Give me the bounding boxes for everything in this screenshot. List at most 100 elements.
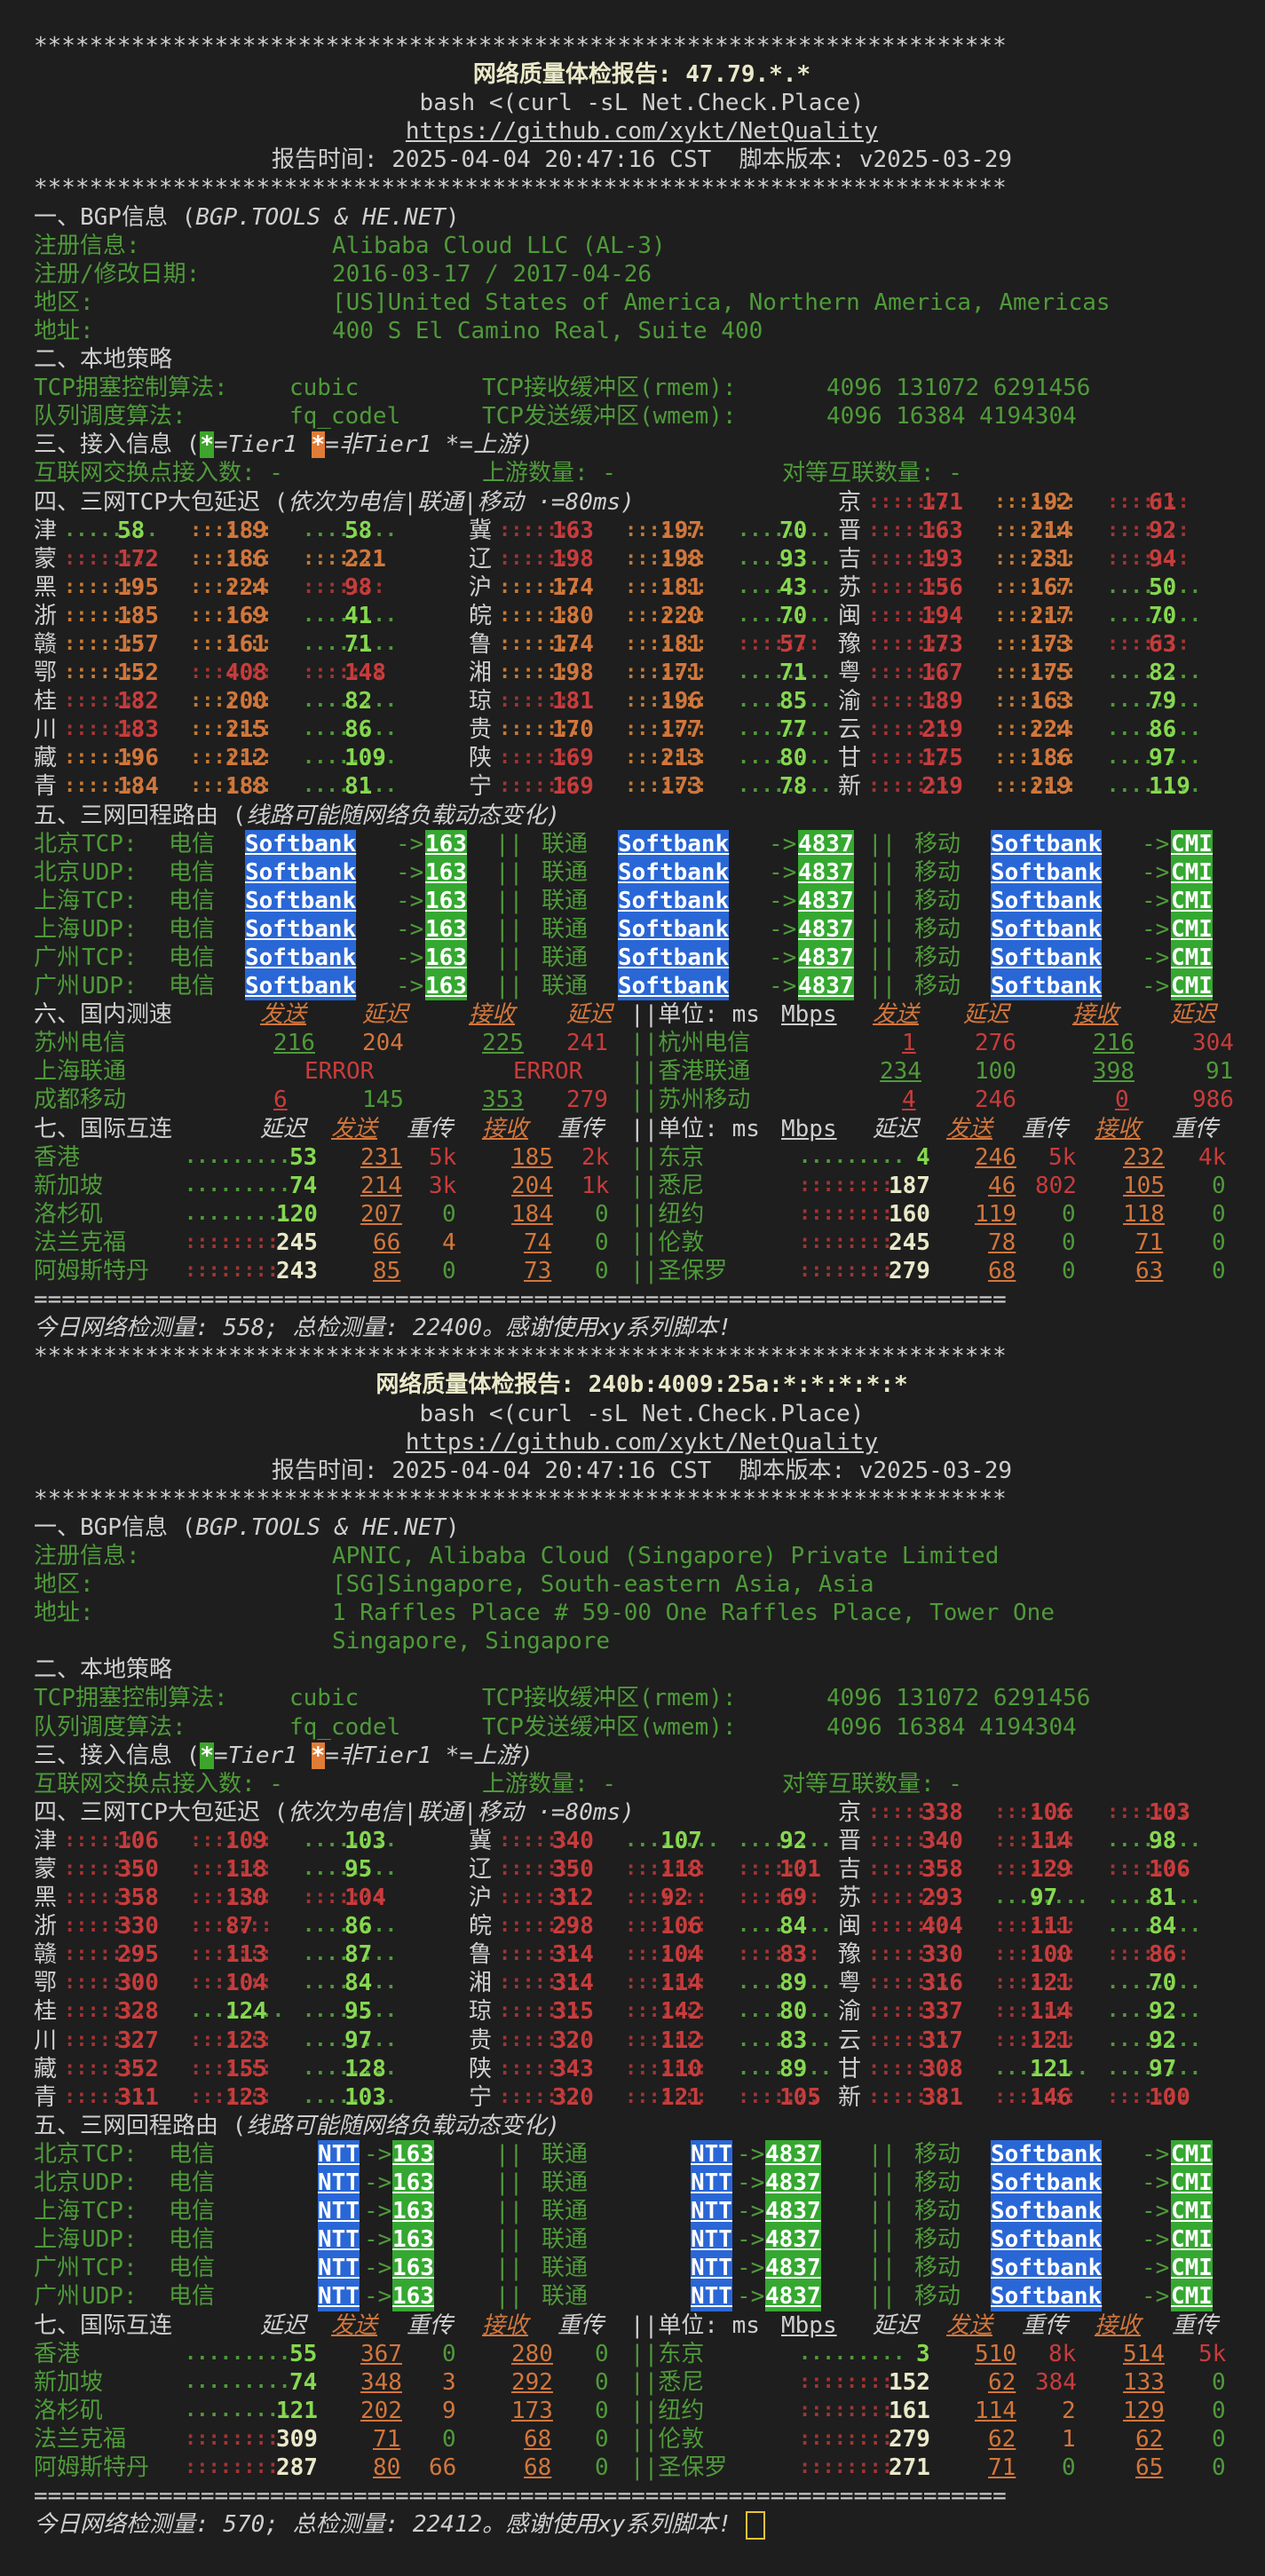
policy-label-1: TCP拥塞控制算法: (34, 375, 228, 402)
as-label: Softbank (991, 2197, 1103, 2226)
latency-row: 浙::::::: 330::::::: 87........ 86 皖::::::: 29… (34, 1912, 1250, 1940)
recv-speed: 173 (511, 2397, 553, 2424)
header-send: 发送 (260, 1001, 307, 1029)
send-speed: 207 (360, 1200, 402, 1228)
latency-value: 320 (552, 2027, 594, 2054)
bgp-value: [SG]Singapore, South-eastern Asia, Asia (332, 1571, 874, 1599)
latency-dots: ......... (799, 1145, 905, 1168)
retransmits: 3k (429, 1172, 457, 1199)
upstream-text: *=上游) (445, 431, 534, 459)
province-label: 浙 (34, 1913, 58, 1940)
footer-text: 今日网络检测量: 558; 总检测量: 22400。感谢使用xy系列脚本! (34, 1315, 732, 1342)
intl-row: 新加坡......... 74 214 3k 204 1k ||悉尼:::::::: 187 4… (34, 1172, 1250, 1200)
intl-latency: 279 (889, 2425, 930, 2453)
command-text: bash <(curl -sL Net.Check.Place) (419, 90, 865, 117)
route-arrow: -> (1142, 887, 1170, 914)
recv-speed: 62 (1135, 2425, 1164, 2453)
ix-count: 互联网交换点接入数: - (34, 460, 283, 487)
bgp-row: Singapore, Singapore (34, 1627, 1250, 1655)
latency-value: 98 (344, 573, 373, 601)
retransmits: 0 (1062, 2454, 1076, 2481)
header-recv: 接收 (1095, 1115, 1142, 1142)
send-speed: 71 (988, 2454, 1016, 2481)
latency-value: 123 (225, 2027, 267, 2054)
intl-node: 法兰克福 (34, 1229, 127, 1256)
route-sep: || (495, 2169, 524, 2197)
intl-row: 阿姆斯特丹:::::::: 243 85 0 73 0 ||圣保罗:::::::: 279 68… (34, 1257, 1250, 1285)
recv-speed: 71 (1135, 1229, 1164, 1256)
route-city: 上海 (34, 915, 81, 943)
as-label: Softbank (245, 857, 357, 887)
intl-row: 香港......... 55 367 0 280 0 ||东京......... 3 510 8k… (34, 2340, 1250, 2368)
latency-value: 103 (344, 1827, 386, 1854)
bgp-label: 地址: (34, 1600, 94, 1627)
latency-value: 404 (921, 1913, 963, 1940)
header-latency: 延迟 (963, 1001, 1010, 1029)
latency-value: 185 (117, 602, 159, 629)
latency-value: 97 (1149, 745, 1177, 772)
send-speed: 80 (373, 2454, 401, 2481)
send-speed: 202 (360, 2397, 402, 2424)
latency-note: 依次为电信|联通|移动 ·=80ms) (288, 1798, 635, 1826)
as-label: Softbank (245, 914, 357, 944)
latency-value: 193 (921, 545, 963, 573)
latency-value: 350 (117, 1856, 159, 1883)
star-rule: ****************************************… (34, 175, 1007, 202)
policy-value-2: 4096 16384 4194304 (826, 1713, 1077, 1741)
route-sep: || (868, 2140, 897, 2168)
latency-value: 358 (921, 1856, 963, 1883)
route-arrow: -> (1142, 973, 1170, 1000)
repo-link[interactable]: https://github.com/xykt/NetQuality (406, 1429, 878, 1456)
latency: 100 (975, 1058, 1016, 1086)
retransmits: 0 (1212, 1200, 1226, 1228)
route-proto: TCP: (82, 2140, 138, 2168)
as-label: Softbank (618, 829, 730, 858)
recv-speed: 280 (511, 2340, 553, 2367)
retransmits: 4k (1198, 1143, 1227, 1171)
send-speed: 214 (360, 1172, 402, 1199)
route-sep: || (495, 2255, 524, 2282)
speed-node: 苏州电信 (34, 1030, 127, 1057)
province-label: 渝 (838, 1998, 862, 2026)
route-isp-telecom: 电信 (169, 944, 216, 971)
header-recv: 接收 (1095, 2311, 1142, 2339)
star-rule: ****************************************… (34, 1485, 1007, 1513)
latency-value: 156 (921, 573, 963, 601)
latency-value: 167 (921, 660, 963, 687)
latency-value: 217 (1030, 602, 1071, 629)
route-arrow: -> (396, 887, 424, 914)
as-number: 163 (392, 2139, 434, 2169)
as-number: CMI (1171, 944, 1213, 973)
as-number: 4837 (798, 914, 854, 944)
route-title: 五、三网回程路由 (线路可能随网络负载动态变化) (34, 2112, 1250, 2140)
province-label: 青 (34, 2083, 58, 2111)
policy-label-2: TCP发送缓冲区(wmem): (482, 1713, 737, 1741)
repo-link[interactable]: https://github.com/xykt/NetQuality (406, 118, 878, 145)
header-unit: ||单位: ms (630, 1115, 760, 1142)
province-label: 黑 (34, 1885, 58, 1912)
recv-speed: 204 (511, 1172, 553, 1199)
send-speed: 6 (273, 1087, 288, 1114)
latency-value: 50 (1149, 573, 1177, 601)
header-unit-mbps: Mbps (781, 1115, 837, 1142)
intl-node: ||圣保罗 (630, 2454, 728, 2481)
province-label: 晋 (838, 517, 862, 544)
as-number: 4837 (798, 886, 854, 915)
latency-dots: :::::::: (799, 1202, 893, 1225)
latency-value: 224 (1030, 716, 1071, 744)
latency-dots: ......... (185, 2398, 291, 2422)
as-label: Softbank (618, 914, 730, 944)
header-send: 发送 (946, 1115, 993, 1142)
terminal-cursor[interactable] (745, 2510, 765, 2540)
header-recv: 接收 (482, 2311, 529, 2339)
latency-value: 352 (117, 2055, 159, 2082)
as-number: 4837 (798, 944, 854, 973)
route-isp-unicom: 联通 (542, 2140, 589, 2168)
route-isp-telecom: 电信 (169, 2169, 216, 2197)
latency-value: 86 (1149, 716, 1177, 744)
recv-speed: 0 (1115, 1087, 1129, 1114)
route-isp-telecom: 电信 (169, 915, 216, 943)
report-time-line: 报告时间: 2025-04-04 20:47:16 CST 脚本版本: v202… (34, 146, 1250, 174)
latency-value: 182 (117, 688, 159, 715)
route-row: 北京 UDP: 电信 Softbank -> 163 || 联通 Softbank -> 4837 |… (34, 857, 1250, 887)
